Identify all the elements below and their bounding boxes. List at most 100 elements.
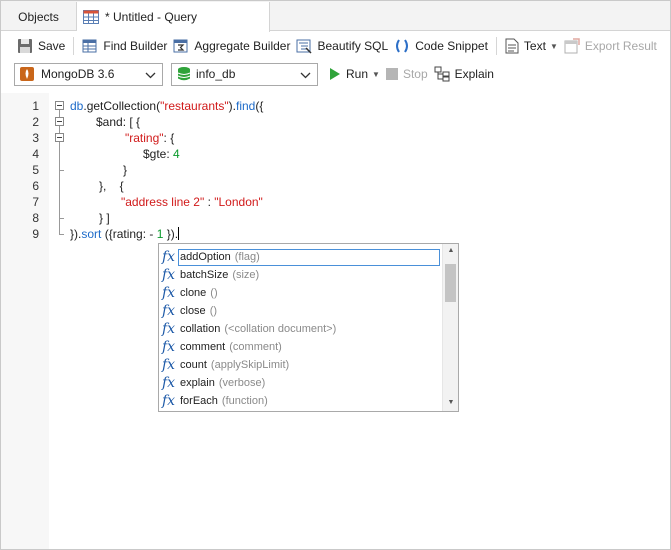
database-select[interactable]: info_db: [171, 62, 318, 86]
chevron-down-icon: ▼: [372, 69, 380, 79]
autocomplete-item[interactable]: fx close (): [159, 302, 441, 320]
code-line: "address line 2" : "London": [121, 195, 263, 209]
code-line: }: [123, 163, 128, 177]
autocomplete-item[interactable]: fx addOption (flag): [159, 248, 441, 266]
scrollbar-thumb[interactable]: [445, 264, 456, 302]
autocomplete-item[interactable]: fx clone (): [159, 284, 441, 302]
mongodb-icon: [20, 67, 34, 81]
aggregate-builder-label: Aggregate Builder: [194, 39, 291, 53]
tab-query-label: * Untitled - Query: [105, 10, 198, 24]
code-snippet-button[interactable]: Code Snippet: [391, 34, 491, 58]
fold-end-tick: [59, 218, 64, 219]
explain-button[interactable]: Explain: [431, 62, 497, 86]
connection-toolbar: MongoDB 3.6 info_db Run ▼ Stop Explain: [1, 60, 670, 88]
line-number: 7: [32, 195, 39, 209]
save-icon: [18, 39, 32, 53]
fold-toggle[interactable]: [55, 133, 64, 142]
save-button[interactable]: Save: [14, 34, 68, 58]
aggregate-builder-button[interactable]: Aggregate Builder: [170, 34, 293, 58]
code-line: }).sort ({rating: - 1 }).: [70, 227, 180, 241]
run-button[interactable]: Run ▼: [326, 62, 383, 86]
export-icon: [564, 38, 580, 54]
line-number: 2: [32, 115, 39, 129]
toolbar-divider: [495, 37, 497, 55]
beautify-sql-button[interactable]: Beautify SQL: [293, 34, 391, 58]
selection-highlight: [178, 249, 440, 266]
aggregate-builder-icon: [173, 39, 188, 53]
autocomplete-item[interactable]: fx comment (comment): [159, 338, 441, 356]
code-line: "rating": {: [125, 131, 175, 145]
function-icon: fx: [162, 339, 176, 355]
database-select-value: info_db: [196, 67, 236, 81]
code-line: db.getCollection("restaurants").find({: [70, 99, 264, 113]
function-icon: fx: [162, 267, 176, 283]
beautify-icon: [296, 39, 312, 54]
tab-objects-label: Objects: [18, 9, 59, 24]
scroll-up-icon[interactable]: ▲: [443, 247, 459, 254]
chevron-down-icon: [300, 72, 311, 78]
autocomplete-item[interactable]: fx forEach (function): [159, 392, 441, 410]
autocomplete-item[interactable]: fx collation (<collation document>): [159, 320, 441, 338]
fold-guide: [59, 110, 60, 235]
explain-label: Explain: [454, 67, 494, 81]
line-number: 5: [32, 163, 39, 177]
tab-objects[interactable]: Objects: [1, 2, 77, 31]
find-builder-button[interactable]: Find Builder: [79, 34, 170, 58]
autocomplete-scrollbar[interactable]: ▲ ▼: [442, 244, 458, 411]
query-table-icon: [83, 10, 99, 24]
database-icon: [177, 67, 191, 81]
text-mode-label: Text: [523, 39, 546, 53]
find-builder-label: Find Builder: [103, 39, 168, 53]
toolbar-divider: [73, 37, 75, 55]
export-result-button[interactable]: Export Result: [561, 34, 660, 58]
function-icon: fx: [162, 285, 176, 301]
export-result-label: Export Result: [584, 39, 657, 53]
code-line: }, {: [99, 179, 124, 193]
server-select-value: MongoDB 3.6: [41, 67, 115, 81]
run-label: Run: [346, 67, 369, 81]
line-number: 1: [32, 99, 39, 113]
code-snippet-icon: [396, 39, 409, 53]
fold-toggle[interactable]: [55, 117, 64, 126]
autocomplete-item[interactable]: fx batchSize (size): [159, 266, 441, 284]
line-number: 3: [32, 131, 39, 145]
server-select[interactable]: MongoDB 3.6: [14, 62, 163, 86]
main-toolbar: Save Find Builder Aggregate Builder Beau…: [1, 32, 670, 60]
text-cursor: [178, 227, 180, 240]
function-icon: fx: [162, 321, 176, 337]
stop-icon: [385, 68, 398, 80]
scroll-down-icon[interactable]: ▼: [443, 399, 459, 406]
code-line: $gte: 4: [143, 147, 180, 161]
explain-icon: [434, 66, 450, 82]
function-icon: fx: [162, 357, 176, 373]
autocomplete-item[interactable]: fx explain (verbose): [159, 374, 441, 392]
fold-toggle[interactable]: [55, 101, 64, 110]
line-number: 8: [32, 211, 39, 225]
tab-query[interactable]: * Untitled - Query: [77, 2, 270, 32]
play-icon: [330, 68, 340, 80]
query-window: Objects * Untitled - Query Save Find Bui…: [0, 0, 671, 550]
text-document-icon: [505, 38, 519, 54]
function-icon: fx: [162, 375, 176, 391]
save-label: Save: [38, 39, 66, 53]
function-icon: fx: [162, 393, 176, 409]
fold-end-tick: [59, 234, 64, 235]
line-number: 4: [32, 147, 39, 161]
chevron-down-icon: [145, 72, 156, 78]
function-icon: fx: [162, 303, 176, 319]
fold-end-tick: [59, 170, 64, 171]
code-line: } ]: [99, 211, 110, 225]
line-number: 9: [32, 227, 39, 241]
text-mode-button[interactable]: Text ▼: [502, 34, 561, 58]
autocomplete-popup: fx addOption (flag) fx batchSize (size) …: [158, 243, 459, 412]
stop-label: Stop: [402, 67, 428, 81]
tab-bar: Objects * Untitled - Query: [1, 1, 670, 32]
autocomplete-item[interactable]: fx count (applySkipLimit): [159, 356, 441, 374]
line-number: 6: [32, 179, 39, 193]
chevron-down-icon: ▼: [549, 41, 558, 51]
code-snippet-label: Code Snippet: [415, 39, 488, 53]
code-line: $and: [ {: [96, 115, 141, 129]
beautify-sql-label: Beautify SQL: [317, 39, 389, 53]
stop-button[interactable]: Stop: [383, 62, 431, 86]
find-builder-icon: [82, 39, 97, 53]
